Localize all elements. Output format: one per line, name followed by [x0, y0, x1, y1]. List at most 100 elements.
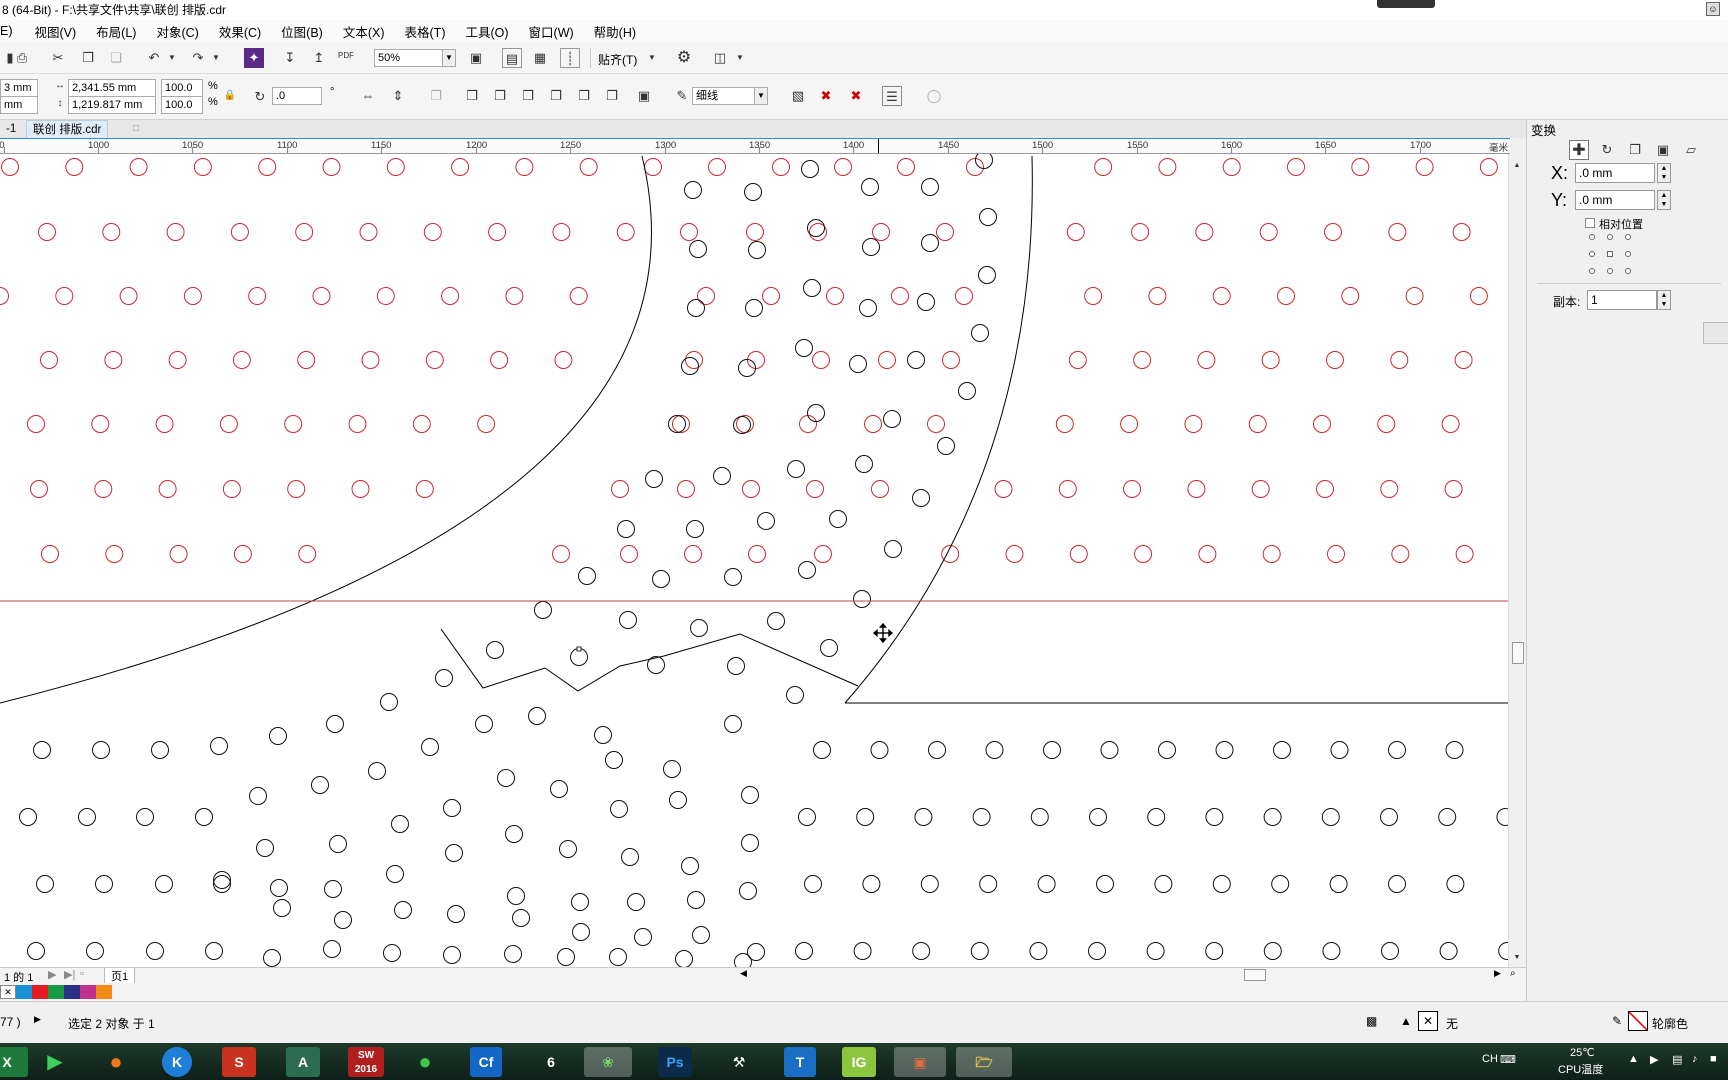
red-circle[interactable] [1195, 223, 1214, 241]
red-circle[interactable] [297, 351, 316, 369]
red-circle[interactable] [1066, 223, 1085, 241]
show-grid-icon[interactable]: ▦ [530, 48, 550, 68]
undo-dropdown-icon[interactable]: ▼ [162, 48, 182, 68]
black-circle[interactable] [151, 741, 169, 759]
red-circle[interactable] [1455, 545, 1474, 563]
red-circle[interactable] [1390, 351, 1409, 369]
scroll-left-icon[interactable]: ◀ [740, 968, 747, 979]
black-circle[interactable] [884, 540, 902, 558]
black-circle[interactable] [1089, 808, 1107, 826]
red-circle[interactable] [488, 223, 507, 241]
black-circle[interactable] [1096, 875, 1114, 893]
group-icon[interactable]: ❐ [426, 86, 446, 106]
red-circle[interactable] [105, 545, 124, 563]
red-circle[interactable] [91, 415, 110, 433]
red-circle[interactable] [1058, 480, 1077, 498]
black-circle[interactable] [1037, 875, 1056, 893]
front-minus-back-icon[interactable]: ❐ [574, 86, 594, 106]
black-circle[interactable] [978, 266, 996, 284]
selection-node-handle[interactable] [576, 646, 582, 652]
red-circle[interactable] [94, 480, 113, 498]
outline-width-dropdown-icon[interactable]: ▼ [754, 87, 768, 105]
black-circle[interactable] [443, 946, 461, 964]
red-circle[interactable] [312, 287, 331, 305]
black-circle[interactable] [505, 825, 523, 843]
scroll-down-icon[interactable]: ▼ [1509, 948, 1525, 968]
corel-connect-icon[interactable]: ✦ [244, 48, 264, 68]
black-circle[interactable] [1380, 808, 1398, 826]
black-circle[interactable] [807, 404, 825, 422]
black-circle[interactable] [741, 834, 759, 852]
red-circle[interactable] [834, 158, 852, 176]
red-circle[interactable] [1313, 415, 1331, 433]
black-circle[interactable] [862, 238, 880, 256]
zoom-level-input[interactable]: 50% [374, 49, 446, 67]
black-circle[interactable] [853, 942, 872, 960]
intersect-icon[interactable]: ❐ [518, 86, 538, 106]
undo-icon[interactable]: ↶ [144, 48, 164, 68]
red-circle[interactable] [872, 223, 890, 241]
red-circle[interactable] [864, 415, 882, 433]
black-circle[interactable] [324, 880, 342, 898]
red-circle[interactable] [441, 287, 460, 305]
skew-tab-icon[interactable]: ▱ [1681, 140, 1701, 160]
black-circle[interactable] [813, 741, 831, 759]
black-circle[interactable] [1205, 942, 1224, 960]
black-circle[interactable] [1321, 808, 1340, 826]
color-swatch[interactable] [80, 985, 96, 999]
black-circle[interactable] [692, 926, 710, 944]
scroll-right-icon[interactable]: ▶ [1494, 968, 1501, 979]
tray-bluetooth-icon[interactable]: ▶ [1650, 1053, 1658, 1066]
black-circle[interactable] [921, 178, 939, 196]
anchor-point[interactable] [1625, 268, 1631, 274]
black-circle[interactable] [249, 787, 267, 805]
red-circle[interactable] [102, 223, 121, 241]
black-circle[interactable] [550, 780, 568, 798]
black-circle[interactable] [394, 901, 412, 919]
red-circle[interactable] [955, 287, 973, 305]
lock-ratio-icon[interactable]: 🔒 [220, 86, 240, 106]
vertical-scrollbar[interactable]: ▲ ▼ [1508, 154, 1526, 967]
red-circle[interactable] [772, 158, 790, 176]
black-circle[interactable] [795, 339, 813, 357]
black-circle[interactable] [970, 942, 989, 960]
red-circle[interactable] [1158, 158, 1177, 176]
black-circle[interactable] [621, 848, 639, 866]
align-distribute-icon[interactable]: ☰ [882, 86, 902, 106]
user-icon[interactable]: ☺ [1706, 2, 1720, 16]
taskbar-k-app-icon[interactable]: K [162, 1047, 192, 1077]
red-circle[interactable] [1351, 158, 1370, 176]
black-circle[interactable] [1381, 942, 1399, 960]
red-circle-grid[interactable] [0, 158, 1498, 563]
black-circle[interactable] [146, 942, 164, 960]
red-circle[interactable] [1212, 287, 1231, 305]
black-circle[interactable] [829, 510, 847, 528]
import-icon[interactable]: ↧ [280, 48, 300, 68]
red-circle[interactable] [30, 480, 48, 498]
black-circle[interactable] [334, 911, 352, 929]
black-circle[interactable] [975, 154, 993, 169]
red-circle[interactable] [897, 158, 915, 176]
red-circle[interactable] [284, 415, 303, 433]
menu-text[interactable]: 文本(X) [333, 22, 395, 41]
black-circle[interactable] [512, 909, 530, 927]
taskbar-wechat-icon[interactable]: ● [404, 1047, 446, 1077]
black-circle[interactable] [1438, 808, 1457, 826]
taskbar-wps-icon[interactable]: S [222, 1047, 256, 1077]
black-circle[interactable] [1263, 808, 1282, 826]
black-circle[interactable] [739, 882, 757, 900]
black-circle[interactable] [594, 726, 612, 744]
red-circle[interactable] [119, 287, 138, 305]
red-circle[interactable] [579, 158, 598, 176]
black-circle[interactable] [1329, 875, 1348, 893]
taskbar-firefox-icon[interactable]: ● [95, 1047, 137, 1077]
black-circle[interactable] [914, 808, 933, 826]
red-circle[interactable] [1005, 545, 1024, 563]
taskbar-ai-app-icon[interactable]: A [286, 1047, 320, 1077]
add-page-icon[interactable]: ▫ [80, 968, 84, 980]
anchor-point[interactable] [1589, 268, 1595, 274]
red-circle[interactable] [155, 415, 174, 433]
black-circle[interactable] [1446, 875, 1465, 893]
red-circle[interactable] [1197, 351, 1216, 369]
black-circle[interactable] [1100, 741, 1119, 759]
